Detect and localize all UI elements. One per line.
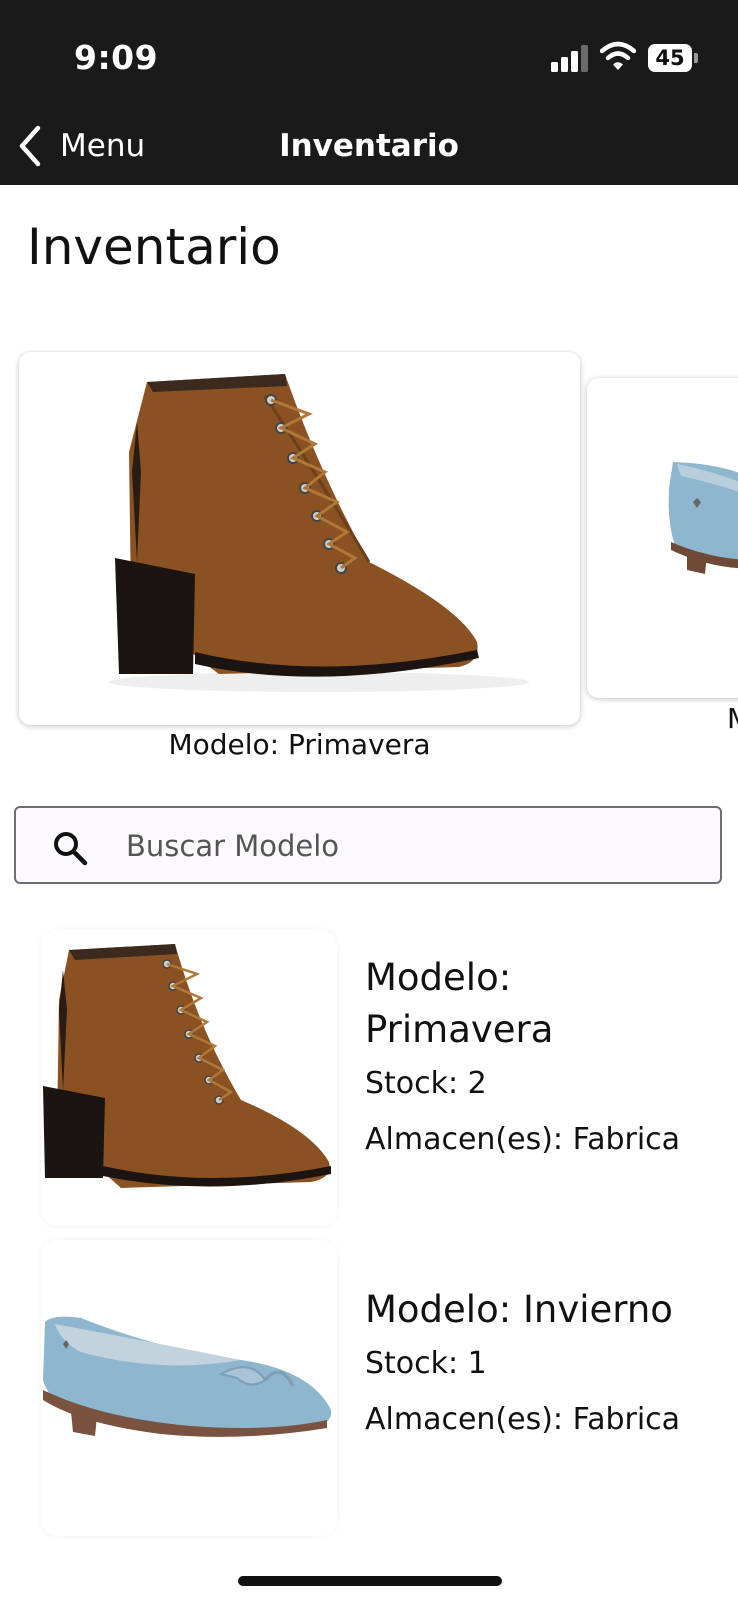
boot-image	[41, 930, 337, 1226]
item-thumbnail	[41, 930, 337, 1226]
battery-tip	[694, 53, 698, 63]
flat-shoe-image	[587, 378, 738, 698]
navigation-bar: Inventario Menu	[0, 110, 738, 185]
boot-image	[19, 352, 580, 725]
wifi-icon	[600, 41, 636, 70]
item-warehouse: Almacen(es): Fabrica	[365, 1402, 681, 1437]
item-thumbnail	[41, 1240, 337, 1536]
list-item[interactable]: Modelo: Invierno Stock: 1 Almacen(es): F…	[0, 1240, 738, 1540]
status-time: 9:09	[74, 38, 159, 77]
search-box[interactable]	[14, 806, 722, 884]
back-label: Menu	[60, 128, 146, 164]
list-item[interactable]: Modelo: Primavera Stock: 2 Almacen(es): …	[0, 930, 738, 1226]
flat-shoe-image	[41, 1240, 337, 1536]
item-warehouse: Almacen(es): Fabrica	[365, 1122, 681, 1157]
search-input[interactable]	[124, 808, 708, 884]
chevron-left-icon	[19, 125, 41, 167]
item-model: Modelo:	[365, 956, 512, 999]
item-model-name: Primavera	[365, 1008, 554, 1051]
status-bar: 9:09 45	[0, 0, 738, 110]
item-details: Modelo: Primavera Stock: 2 Almacen(es): …	[365, 952, 725, 1168]
carousel-card[interactable]	[19, 352, 580, 725]
carousel-label: Modelo: Primavera	[168, 728, 431, 761]
item-stock: Stock: 2	[365, 1066, 487, 1101]
search-icon	[54, 832, 88, 866]
item-details: Modelo: Invierno Stock: 1 Almacen(es): F…	[365, 1284, 725, 1448]
model-carousel[interactable]: Modelo: Primavera M	[0, 350, 738, 770]
battery-level: 45	[648, 44, 692, 72]
page-title: Inventario	[27, 218, 281, 276]
carousel-card[interactable]	[587, 378, 738, 698]
back-button[interactable]: Menu	[14, 120, 145, 172]
item-stock: Stock: 1	[365, 1346, 487, 1381]
item-model: Modelo: Invierno	[365, 1288, 673, 1331]
carousel-label: M	[727, 702, 738, 735]
cellular-signal-icon	[551, 45, 588, 72]
home-indicator[interactable]	[238, 1576, 502, 1586]
battery-icon: 45	[648, 44, 698, 72]
